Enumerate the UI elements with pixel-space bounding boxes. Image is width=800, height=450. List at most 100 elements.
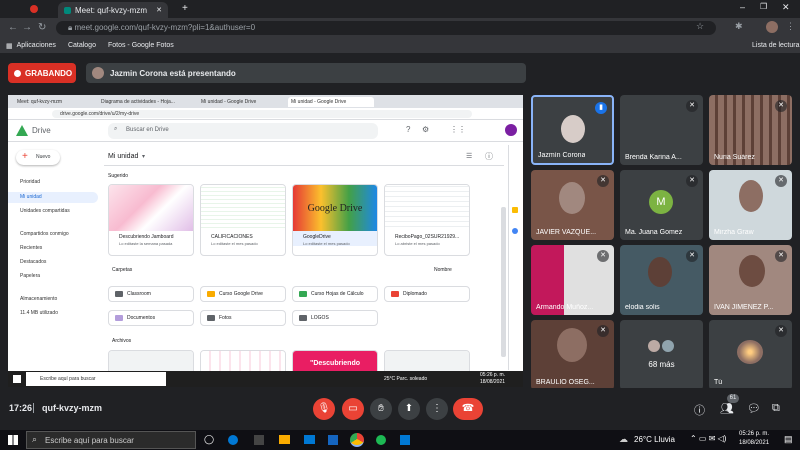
folder-item: Curso Hojas de Cálculo (292, 286, 378, 302)
bookmark-apps[interactable]: Aplicaciones (17, 42, 56, 49)
chrome-icon[interactable] (350, 433, 364, 447)
muted-mic-icon: ✕ (597, 250, 609, 262)
participant-tile[interactable]: ✕ BRAULIO OSEG... (531, 320, 614, 390)
minimize-icon[interactable]: – (740, 2, 745, 12)
raise-hand-button[interactable]: ✋︎ (370, 398, 392, 420)
reload-icon[interactable]: ↻ (38, 22, 46, 33)
reading-list[interactable]: Lista de lectura (752, 42, 799, 49)
participant-tile[interactable]: ▮ Jazmín Corona (531, 95, 614, 165)
extensions-icon[interactable]: ✱ (735, 21, 743, 32)
bookmark-catalogo[interactable]: Catalogo (68, 42, 96, 49)
participants-count-badge: 61 (727, 394, 739, 403)
participant-tile[interactable]: ✕ Brenda Karina A... (620, 95, 703, 165)
participant-name: Ma. Juana Gomez (625, 229, 683, 236)
close-window-icon[interactable]: ✕ (782, 2, 790, 13)
participant-tile[interactable]: ✕ IVAN JIMENEZ P... (709, 245, 792, 315)
people-button[interactable]: 👥︎ (720, 402, 734, 415)
card-name: GoogleDrive (293, 231, 377, 240)
sidebar-papelera: Papelera (20, 273, 41, 279)
card-thumb (385, 185, 469, 231)
folder-name: Documentos (127, 315, 156, 321)
taskbar-weather[interactable]: 26°C Lluvia (634, 435, 675, 444)
speaking-icon: ▮ (595, 102, 607, 114)
drive-tab: Diagrama de actividades - Hoja... (98, 97, 194, 107)
chat-button[interactable]: 💬︎ (747, 402, 761, 415)
taskbar-search-box[interactable]: ⌕ Escribe aquí para buscar (26, 431, 196, 449)
participant-tile[interactable]: ✕ Mirzha Graw (709, 170, 792, 240)
sidebar-almacenamiento: Almacenamiento (20, 296, 58, 302)
photos-icon[interactable] (328, 435, 338, 445)
teams-icon[interactable] (400, 435, 410, 445)
folder-name: Diplomado (403, 291, 427, 297)
participant-initial-avatar: M (649, 190, 673, 214)
participant-tile[interactable]: ✕ JAVIER VAZQUE... (531, 170, 614, 240)
present-button[interactable]: ⬆ (398, 398, 420, 420)
participant-name: Tú (714, 379, 723, 386)
more-participants-tile[interactable]: 68 más (620, 320, 703, 390)
back-icon[interactable]: ← (8, 22, 18, 33)
new-label: Nuevo (36, 154, 51, 160)
scrollbar (501, 207, 506, 357)
folder-name: Curso Hojas de Cálculo (311, 291, 364, 297)
folder-name: Curso Google Drive (219, 291, 263, 297)
windows-start-icon[interactable] (8, 435, 18, 445)
muted-mic-icon: ✕ (597, 175, 609, 187)
divider (33, 403, 34, 413)
address-bar[interactable]: 🔒︎ meet.google.com/quf-kvzy-mzm?pli=1&au… (56, 21, 716, 35)
inner-taskbar: Escribe aquí para buscar 25°C Parc. sole… (8, 371, 523, 387)
participant-name: Jazmín Corona (538, 152, 586, 159)
drive-tab-label: Diagrama de actividades - Hoja... (101, 99, 175, 105)
new-tab-icon[interactable]: + (182, 3, 188, 14)
inner-windows-icon (13, 375, 21, 383)
participant-tile[interactable]: ✕ Armando Muñoz... (531, 245, 614, 315)
explorer-icon[interactable] (279, 435, 290, 444)
bookmark-fotos[interactable]: Fotos - Google Fotos (108, 42, 174, 49)
folder-name: LOGOS (311, 315, 329, 321)
folder-item: Diplomado (384, 286, 470, 302)
suggested-card: Descubriendo Jamboard Lo editaste la sem… (108, 184, 194, 256)
card-sub: Lo abriste el mes pasado (395, 241, 440, 246)
leave-call-button[interactable]: ☎︎ (453, 398, 483, 420)
activities-button[interactable]: ⧉ (772, 402, 780, 415)
drive-user-avatar (505, 124, 517, 136)
more-options-button[interactable]: ⋮ (426, 398, 448, 420)
muted-mic-icon: ✕ (597, 325, 609, 337)
participant-tile[interactable]: ✕ Nuria Suárez (709, 95, 792, 165)
participant-name: Brenda Karina A... (625, 154, 682, 161)
taskbar-time[interactable]: 05:26 p. m. (739, 431, 769, 437)
tasks-icon (512, 228, 518, 234)
task-view-icon[interactable]: ◯ (204, 434, 214, 445)
tray-icons[interactable]: ⌃ ▭ ✉ ◁) (690, 434, 726, 443)
self-tile[interactable]: ✕ Tú (709, 320, 792, 390)
taskbar-date[interactable]: 18/08/2021 (739, 440, 769, 446)
drive-search-icon: ⌕ (114, 126, 118, 132)
maximize-icon[interactable]: ❐ (760, 2, 767, 11)
participant-tile[interactable]: ✕ elodia solis (620, 245, 703, 315)
camera-toggle-button[interactable]: ▭ (342, 398, 364, 420)
folder-item: Documentos (108, 310, 194, 326)
notifications-icon[interactable]: ▤ (784, 434, 793, 445)
info-button[interactable]: ⓘ (694, 402, 705, 418)
sort-label: Nombre (434, 267, 452, 273)
folder-icon (391, 291, 399, 297)
drive-tab: Meet: quf-kvzy-mzm (14, 97, 84, 107)
meet-area: GRABANDO Jazmin Corona está presentando … (0, 53, 800, 430)
star-icon[interactable]: ☆ (696, 21, 704, 32)
edge-icon[interactable] (228, 435, 238, 445)
store-icon[interactable] (254, 435, 264, 445)
mail-icon[interactable] (304, 435, 315, 444)
suggested-card: Google Drive GoogleDrive Lo editaste el … (292, 184, 378, 256)
folder-item: Classroom (108, 286, 194, 302)
participant-tile[interactable]: M ✕ Ma. Juana Gomez (620, 170, 703, 240)
drive-app-name: Drive (32, 126, 51, 135)
windows-taskbar: ⌕ Escribe aquí para buscar ◯ ☁ 26°C Lluv… (0, 430, 800, 450)
spotify-icon[interactable] (376, 435, 386, 445)
suggested-label: Sugerido (108, 173, 129, 179)
browser-tab-meet[interactable]: Meet: quf-kvzy-mzm ✕ (58, 2, 168, 18)
folder-name: Fotos (219, 315, 232, 321)
mic-toggle-button[interactable]: 🎙︎ (313, 398, 335, 420)
tab-close-icon[interactable]: ✕ (156, 6, 162, 14)
forward-icon[interactable]: → (22, 22, 32, 33)
menu-icon[interactable]: ⋮ (786, 21, 795, 32)
profile-avatar[interactable] (766, 21, 778, 33)
